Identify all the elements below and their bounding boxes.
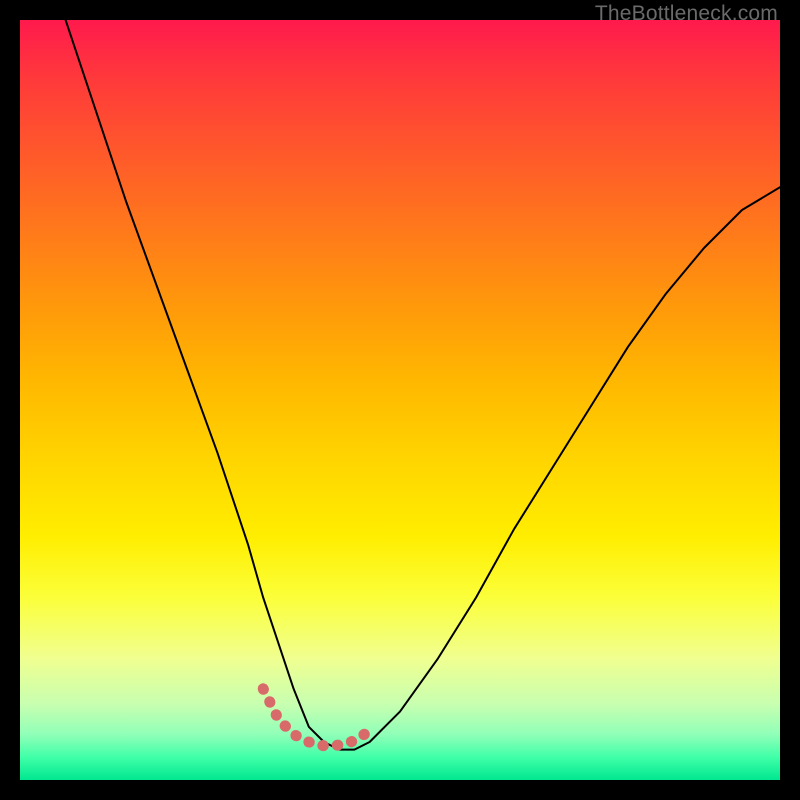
optimal-zone-curve (263, 689, 369, 746)
optimal-zone-path (263, 689, 369, 746)
chart-frame: TheBottleneck.com (0, 0, 800, 800)
bottleneck-curve-path (66, 20, 780, 750)
bottleneck-curve (66, 20, 780, 750)
chart-svg (20, 20, 780, 780)
plot-area (20, 20, 780, 780)
